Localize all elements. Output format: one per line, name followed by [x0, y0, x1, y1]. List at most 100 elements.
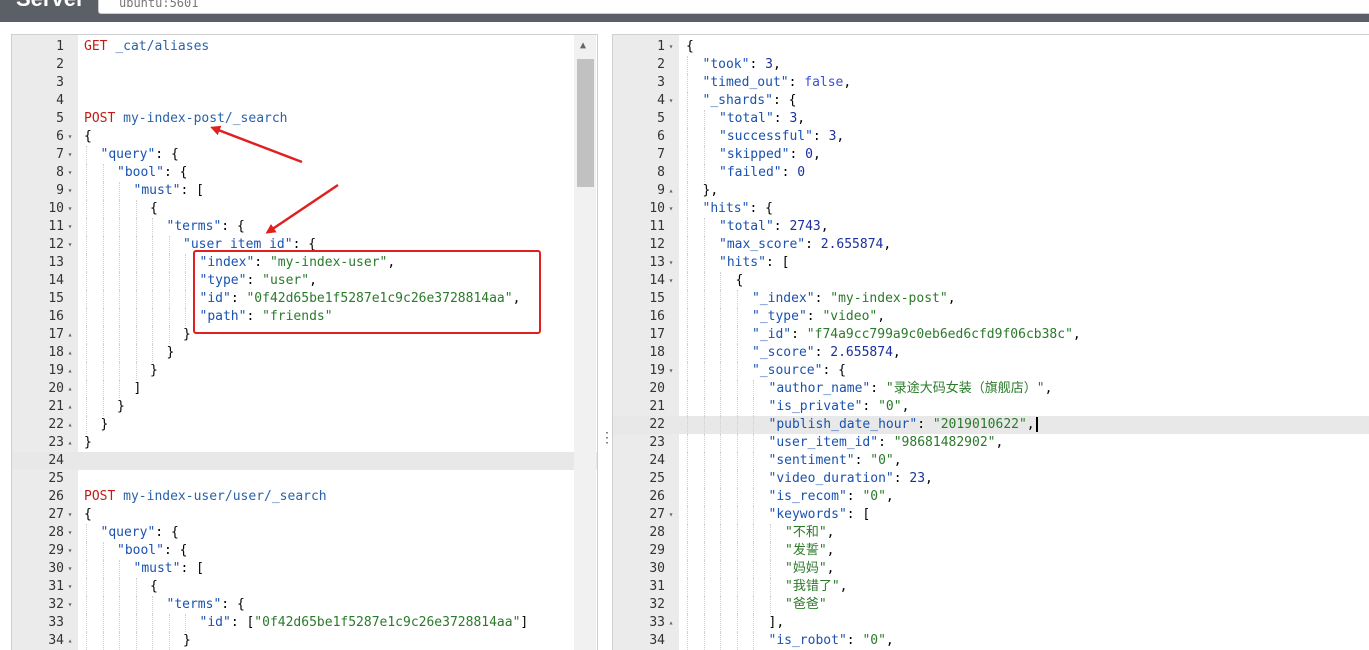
fold-close-icon[interactable]: ▴: [666, 182, 676, 200]
fold-open-icon[interactable]: ▾: [666, 506, 676, 524]
code-line[interactable]: 30 ▾ "must": [: [12, 560, 597, 578]
scrollbar-thumb[interactable]: [577, 59, 594, 187]
code-line[interactable]: 11 ▾ "terms": {: [12, 218, 597, 236]
code-line[interactable]: 27 ▾ "keywords": [: [613, 506, 1369, 524]
code-line[interactable]: 2 "took": 3,: [613, 56, 1369, 74]
fold-open-icon[interactable]: ▾: [666, 200, 676, 218]
code-line[interactable]: 10 ▾ "hits": {: [613, 200, 1369, 218]
fold-open-icon[interactable]: ▾: [65, 578, 75, 596]
code-line[interactable]: 31 ▾ {: [12, 578, 597, 596]
code-line[interactable]: 34 "is_robot": "0",: [613, 632, 1369, 650]
code-line[interactable]: 28 "不和",: [613, 524, 1369, 542]
fold-open-icon[interactable]: ▾: [666, 254, 676, 272]
code-line[interactable]: 24: [12, 452, 597, 470]
code-line[interactable]: 20 ▴]: [12, 380, 597, 398]
code-line[interactable]: 17 "_id": "f74a9cc799a9c0eb6ed6cfd9f06cb3…: [613, 326, 1369, 344]
code-line[interactable]: 7 ▾ "query": {: [12, 146, 597, 164]
response-viewer[interactable]: 1 ▾{2 "took": 3, 3 "timed_out": false, 4 ▾ "_sh…: [612, 34, 1369, 650]
code-line[interactable]: 33 ▴],: [613, 614, 1369, 632]
fold-open-icon[interactable]: ▾: [65, 596, 75, 614]
fold-open-icon[interactable]: ▾: [65, 218, 75, 236]
fold-open-icon[interactable]: ▾: [65, 182, 75, 200]
fold-open-icon[interactable]: ▾: [65, 542, 75, 560]
code-line[interactable]: 3: [12, 74, 597, 92]
code-line[interactable]: 19 ▾ "_source": {: [613, 362, 1369, 380]
fold-close-icon[interactable]: ▴: [65, 326, 75, 344]
code-line[interactable]: 21 ▴}: [12, 398, 597, 416]
code-line[interactable]: 14 ▾ {: [613, 272, 1369, 290]
request-code[interactable]: 1 GET _cat/aliases 2 3 4 5 POST my-index-post/…: [12, 38, 597, 650]
code-line[interactable]: 30 "妈妈",: [613, 560, 1369, 578]
fold-open-icon[interactable]: ▾: [65, 506, 75, 524]
code-line[interactable]: 2: [12, 56, 597, 74]
code-line[interactable]: 24 "sentiment": "0",: [613, 452, 1369, 470]
code-line[interactable]: 26 POST my-index-user/user/_search: [12, 488, 597, 506]
code-line[interactable]: 29 "发誓",: [613, 542, 1369, 560]
fold-close-icon[interactable]: ▴: [65, 632, 75, 650]
code-line[interactable]: 1 ▾ {: [613, 38, 1369, 56]
code-line[interactable]: 25 "video_duration": 23,: [613, 470, 1369, 488]
code-line[interactable]: 18 ▴}: [12, 344, 597, 362]
fold-close-icon[interactable]: ▴: [65, 434, 75, 452]
code-line[interactable]: 34 ▴}: [12, 632, 597, 650]
code-line[interactable]: 8 ▾ "bool": {: [12, 164, 597, 182]
scroll-up-icon[interactable]: ▲: [580, 40, 586, 51]
code-line[interactable]: 31 "我错了",: [613, 578, 1369, 596]
code-line[interactable]: 18 "_score": 2.655874,: [613, 344, 1369, 362]
response-code[interactable]: 1 ▾{2 "took": 3, 3 "timed_out": false, 4 ▾ "_sh…: [613, 38, 1369, 650]
fold-open-icon[interactable]: ▾: [65, 524, 75, 542]
code-line[interactable]: 32 ▾ "terms": {: [12, 596, 597, 614]
fold-close-icon[interactable]: ▴: [65, 380, 75, 398]
code-line[interactable]: 3 "timed_out": false,: [613, 74, 1369, 92]
fold-close-icon[interactable]: ▴: [666, 614, 676, 632]
code-line[interactable]: 6 ▾ {: [12, 128, 597, 146]
code-line[interactable]: 29 ▾ "bool": {: [12, 542, 597, 560]
code-line[interactable]: 5 POST my-index-post/_search: [12, 110, 597, 128]
code-line[interactable]: 19 ▴}: [12, 362, 597, 380]
code-line[interactable]: 6 "successful": 3,: [613, 128, 1369, 146]
fold-open-icon[interactable]: ▾: [666, 38, 676, 56]
code-line[interactable]: 10 ▾ {: [12, 200, 597, 218]
code-line[interactable]: 9 ▴},: [613, 182, 1369, 200]
fold-open-icon[interactable]: ▾: [65, 200, 75, 218]
code-line[interactable]: 8 "failed": 0: [613, 164, 1369, 182]
code-line[interactable]: 11 "total": 2743,: [613, 218, 1369, 236]
code-line[interactable]: 4 ▾ "_shards": {: [613, 92, 1369, 110]
fold-open-icon[interactable]: ▾: [65, 236, 75, 254]
code-line[interactable]: 27 ▾ {: [12, 506, 597, 524]
code-line[interactable]: 9 ▾ "must": [: [12, 182, 597, 200]
fold-open-icon[interactable]: ▾: [666, 92, 676, 110]
server-url-input[interactable]: ubuntu:5601: [98, 0, 1369, 14]
code-line[interactable]: 4: [12, 92, 597, 110]
code-line[interactable]: 16 "_type": "video",: [613, 308, 1369, 326]
pane-resize-handle[interactable]: ⋮: [600, 430, 614, 446]
code-line[interactable]: 5 "total": 3,: [613, 110, 1369, 128]
fold-open-icon[interactable]: ▾: [65, 164, 75, 182]
fold-open-icon[interactable]: ▾: [65, 560, 75, 578]
code-line[interactable]: 22 "publish_date_hour": "2019010622",: [613, 416, 1369, 434]
code-line[interactable]: 1 GET _cat/aliases: [12, 38, 597, 56]
code-line[interactable]: 12 "max_score": 2.655874,: [613, 236, 1369, 254]
code-line[interactable]: 15 "_index": "my-index-post",: [613, 290, 1369, 308]
code-line[interactable]: 26 "is_recom": "0",: [613, 488, 1369, 506]
code-line[interactable]: 21 "is_private": "0",: [613, 398, 1369, 416]
code-line[interactable]: 23 ▴}: [12, 434, 597, 452]
code-line[interactable]: 23 "user_item_id": "98681482902",: [613, 434, 1369, 452]
request-editor-scrollbar[interactable]: ▲: [574, 35, 596, 650]
fold-open-icon[interactable]: ▾: [666, 362, 676, 380]
fold-open-icon[interactable]: ▾: [666, 272, 676, 290]
fold-close-icon[interactable]: ▴: [65, 362, 75, 380]
request-editor[interactable]: 1 GET _cat/aliases 2 3 4 5 POST my-index-post/…: [11, 34, 598, 650]
code-line[interactable]: 28 ▾ "query": {: [12, 524, 597, 542]
fold-close-icon[interactable]: ▴: [65, 416, 75, 434]
code-line[interactable]: 13 ▾ "hits": [: [613, 254, 1369, 272]
code-line[interactable]: 22 ▴}: [12, 416, 597, 434]
fold-close-icon[interactable]: ▴: [65, 398, 75, 416]
fold-close-icon[interactable]: ▴: [65, 344, 75, 362]
code-line[interactable]: 25: [12, 470, 597, 488]
code-line[interactable]: 20 "author_name": "录途大码女装（旗舰店）",: [613, 380, 1369, 398]
fold-open-icon[interactable]: ▾: [65, 146, 75, 164]
fold-open-icon[interactable]: ▾: [65, 128, 75, 146]
code-line[interactable]: 7 "skipped": 0,: [613, 146, 1369, 164]
code-line[interactable]: 33 "id": ["0f42d65be1f5287e1c9c26e3728814…: [12, 614, 597, 632]
